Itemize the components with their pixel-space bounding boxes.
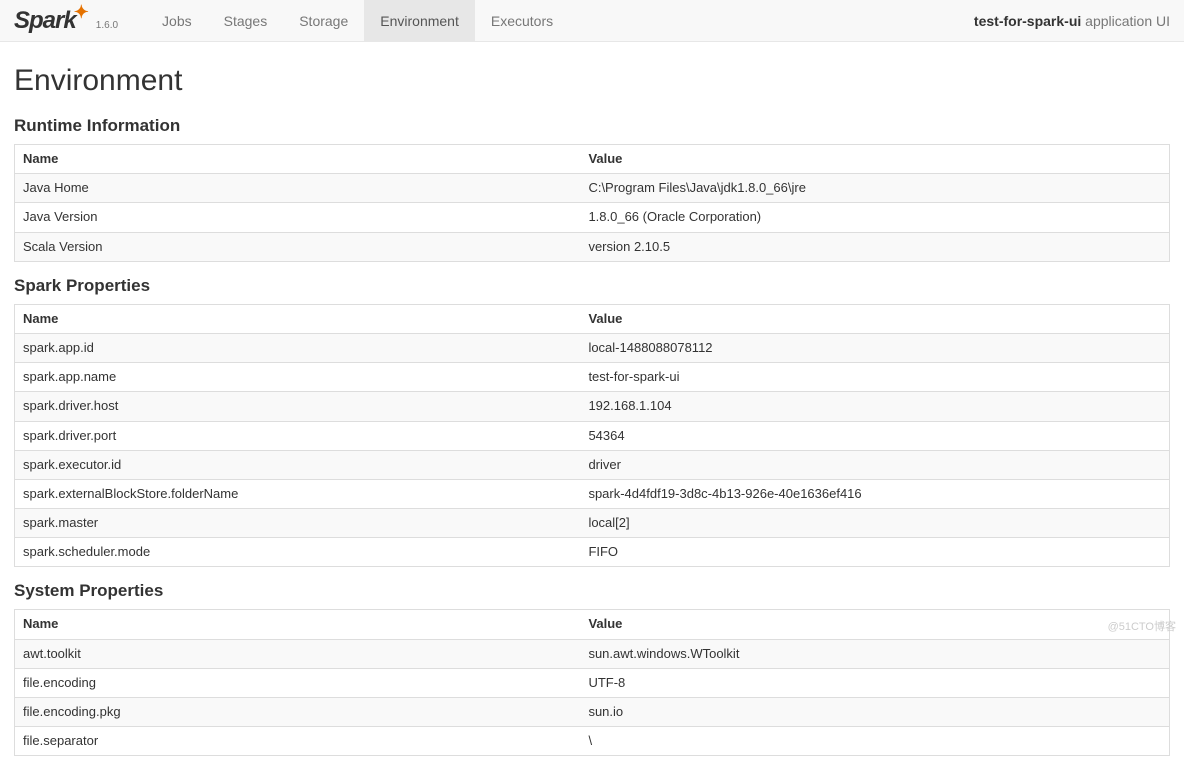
table-row: spark.externalBlockStore.folderNamespark… [15,479,1170,508]
cell-name: spark.driver.host [15,392,581,421]
col-header-name[interactable]: Name [15,145,581,174]
tab-storage[interactable]: Storage [283,0,364,41]
cell-name: file.encoding [15,668,581,697]
tab-label: Stages [224,13,268,29]
table-row: file.encodingUTF-8 [15,668,1170,697]
table-row: spark.masterlocal[2] [15,509,1170,538]
cell-value: test-for-spark-ui [580,363,1169,392]
cell-name: spark.driver.port [15,421,581,450]
table-row: spark.app.nametest-for-spark-ui [15,363,1170,392]
tab-label: Environment [380,13,459,29]
properties-table: NameValueJava HomeC:\Program Files\Java\… [14,144,1170,262]
table-row: spark.executor.iddriver [15,450,1170,479]
col-header-value[interactable]: Value [580,610,1169,639]
watermark: @51CTO博客 [1108,618,1176,634]
table-row: Java HomeC:\Program Files\Java\jdk1.8.0_… [15,174,1170,203]
tab-label: Executors [491,13,553,29]
cell-name: Scala Version [15,232,581,261]
cell-value: local[2] [580,509,1169,538]
properties-table: NameValueawt.toolkitsun.awt.windows.WToo… [14,609,1170,756]
cell-value: sun.awt.windows.WToolkit [580,639,1169,668]
col-header-value[interactable]: Value [580,145,1169,174]
cell-value: spark-4d4fdf19-3d8c-4b13-926e-40e1636ef4… [580,479,1169,508]
cell-name: Java Version [15,203,581,232]
brand-version: 1.6.0 [96,20,118,31]
page-title: Environment [14,64,1170,98]
brand[interactable]: Spark✦ 1.6.0 [14,7,118,35]
cell-value: FIFO [580,538,1169,567]
cell-name: spark.app.id [15,333,581,362]
app-title: test-for-spark-ui application UI [974,13,1170,29]
table-row: file.separator\ [15,727,1170,756]
cell-name: spark.app.name [15,363,581,392]
col-header-name[interactable]: Name [15,304,581,333]
table-row: Java Version1.8.0_66 (Oracle Corporation… [15,203,1170,232]
table-row: Scala Versionversion 2.10.5 [15,232,1170,261]
table-row: spark.app.idlocal-1488088078112 [15,333,1170,362]
brand-name: Spark [14,7,76,34]
app-suffix: application UI [1081,13,1170,29]
cell-value: version 2.10.5 [580,232,1169,261]
table-row: spark.scheduler.modeFIFO [15,538,1170,567]
cell-value: local-1488088078112 [580,333,1169,362]
content: Environment Runtime InformationNameValue… [0,42,1184,756]
spark-star-icon: ✦ [74,2,88,22]
section-title: System Properties [14,581,1170,601]
cell-value: 192.168.1.104 [580,392,1169,421]
tab-executors[interactable]: Executors [475,0,569,41]
section-title: Runtime Information [14,116,1170,136]
cell-value: C:\Program Files\Java\jdk1.8.0_66\jre [580,174,1169,203]
table-row: awt.toolkitsun.awt.windows.WToolkit [15,639,1170,668]
table-row: file.encoding.pkgsun.io [15,698,1170,727]
navbar: Spark✦ 1.6.0 Jobs Stages Storage Environmen… [0,0,1184,42]
cell-value: UTF-8 [580,668,1169,697]
cell-value: \ [580,727,1169,756]
app-name: test-for-spark-ui [974,13,1081,29]
cell-name: awt.toolkit [15,639,581,668]
col-header-name[interactable]: Name [15,610,581,639]
cell-value: driver [580,450,1169,479]
cell-name: Java Home [15,174,581,203]
cell-value: 1.8.0_66 (Oracle Corporation) [580,203,1169,232]
cell-name: file.encoding.pkg [15,698,581,727]
cell-name: spark.executor.id [15,450,581,479]
cell-value: sun.io [580,698,1169,727]
spark-logo: Spark✦ [14,7,90,35]
properties-table: NameValuespark.app.idlocal-1488088078112… [14,304,1170,568]
tab-label: Storage [299,13,348,29]
cell-name: file.separator [15,727,581,756]
col-header-value[interactable]: Value [580,304,1169,333]
cell-name: spark.externalBlockStore.folderName [15,479,581,508]
table-row: spark.driver.host192.168.1.104 [15,392,1170,421]
tab-stages[interactable]: Stages [208,0,284,41]
cell-value: 54364 [580,421,1169,450]
tab-jobs[interactable]: Jobs [146,0,208,41]
tab-environment[interactable]: Environment [364,0,475,41]
tab-label: Jobs [162,13,192,29]
table-row: spark.driver.port54364 [15,421,1170,450]
cell-name: spark.master [15,509,581,538]
cell-name: spark.scheduler.mode [15,538,581,567]
nav-tabs: Jobs Stages Storage Environment Executors [146,0,569,41]
section-title: Spark Properties [14,276,1170,296]
